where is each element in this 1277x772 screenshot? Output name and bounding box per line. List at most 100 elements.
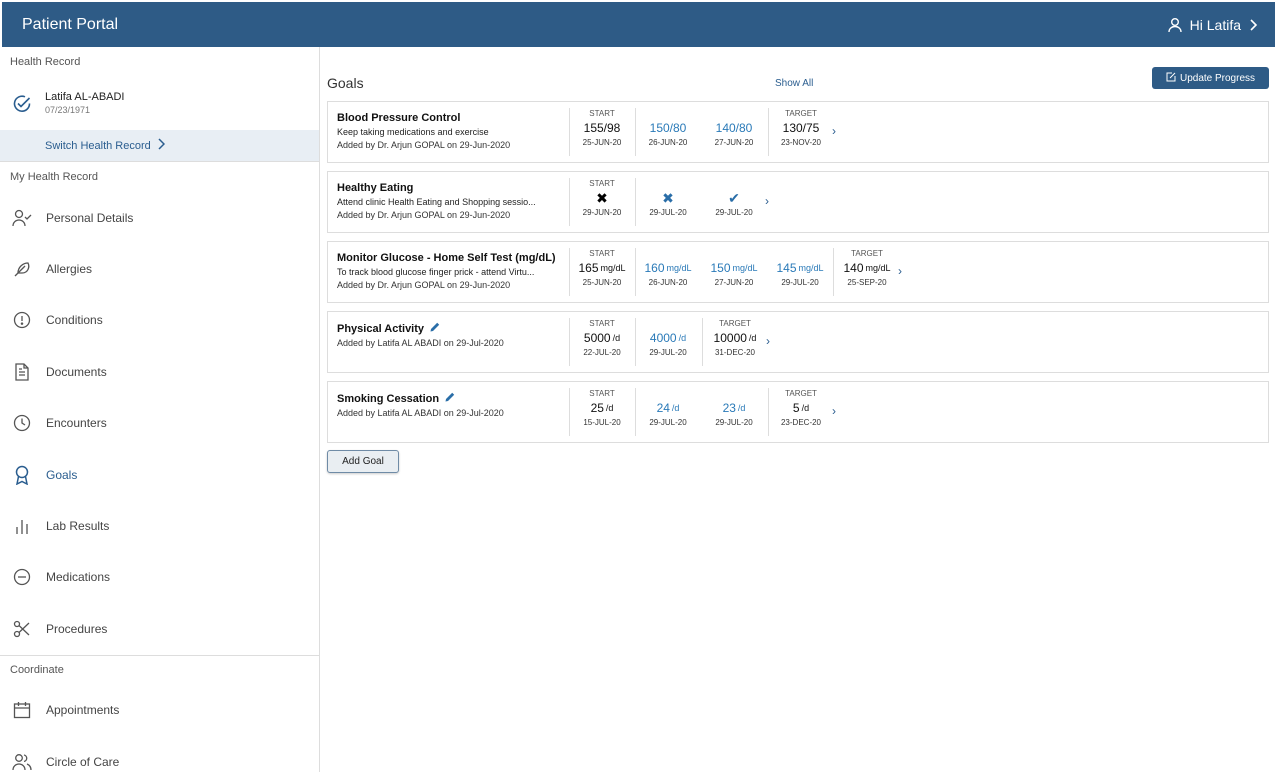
sidebar-item-label: Documents (46, 364, 107, 379)
clock-icon (12, 413, 32, 433)
goal-start: START 155/98 25-JUN-20 (582, 109, 622, 147)
goal-target: TARGET 130/75 23-NOV-20 (780, 109, 822, 147)
goal-progress-entry: 24/d 29-JUL-20 (649, 401, 687, 427)
section-label-my-health-record: My Health Record (10, 171, 99, 183)
chevron-right-icon[interactable]: › (766, 334, 770, 348)
goal-start: START 5000/d 22-JUL-20 (583, 319, 621, 357)
chevron-right-icon[interactable]: › (898, 264, 902, 278)
goal-added-by: Added by Dr. Arjun GOPAL on 29-Jun-2020 (337, 210, 511, 220)
sidebar-item-label: Appointments (46, 703, 120, 718)
goal-card-blood-pressure[interactable]: Blood Pressure Control Keep taking medic… (327, 101, 1269, 163)
sidebar-item-label: Circle of Care (46, 754, 120, 769)
sidebar-item-documents[interactable]: Documents (0, 346, 319, 397)
user-menu[interactable]: Hi Latifa (1167, 17, 1275, 33)
goals-header: Goals Show All Update Progress (327, 67, 1269, 97)
goal-title: Monitor Glucose - Home Self Test (mg/dL) (337, 252, 556, 264)
page-title: Goals (327, 75, 364, 91)
main-content: Goals Show All Update Progress Blood Pre… (320, 47, 1277, 772)
bar-chart-icon (12, 516, 32, 536)
goal-description: To track blood glucose finger prick - at… (337, 267, 535, 277)
sidebar-item-medications[interactable]: Medications (0, 552, 319, 603)
goal-added-by: Added by Latifa AL ABADI on 29-Jul-2020 (337, 338, 504, 348)
award-icon (12, 465, 32, 485)
section-label-coordinate: Coordinate (0, 654, 319, 685)
switch-record-label: Switch Health Record (45, 139, 151, 152)
goal-start: START ✖ 29-JUN-20 (582, 179, 622, 217)
goal-progress-entry: ✔ 29-JUL-20 (715, 189, 753, 218)
pencil-icon[interactable] (430, 322, 440, 335)
sidebar-item-lab-results[interactable]: Lab Results (0, 500, 319, 551)
goal-card-smoking-cessation[interactable]: Smoking Cessation Added by Latifa AL ABA… (327, 381, 1269, 443)
chevron-right-icon (1248, 18, 1258, 32)
chevron-right-icon[interactable]: › (832, 124, 836, 138)
update-progress-button[interactable]: Update Progress (1152, 67, 1269, 89)
sidebar-item-circle-of-care[interactable]: Circle of Care (0, 736, 319, 772)
goal-card-monitor-glucose[interactable]: Monitor Glucose - Home Self Test (mg/dL)… (327, 241, 1269, 303)
goal-progress-entry: 150 mg/dL 27-JUN-20 (710, 261, 758, 287)
section-label-health-record: Health Record (10, 56, 81, 68)
goal-description: Attend clinic Health Eating and Shopping… (337, 197, 536, 207)
goal-progress-entry: 150/80 26-JUN-20 (648, 121, 688, 147)
minus-circle-icon (12, 567, 32, 587)
chevron-right-icon (157, 138, 165, 153)
sidebar-item-appointments[interactable]: Appointments (0, 685, 319, 736)
goal-target: TARGET 10000/d 31-DEC-20 (713, 319, 757, 357)
goal-added-by: Added by Dr. Arjun GOPAL on 29-Jun-2020 (337, 280, 511, 290)
sidebar-item-label: Allergies (46, 262, 93, 277)
goal-progress-entry: 4000/d 29-JUL-20 (649, 331, 687, 357)
goal-card-healthy-eating[interactable]: Healthy Eating Attend clinic Health Eati… (327, 171, 1269, 233)
record-name: Latifa AL-ABADI (45, 91, 125, 103)
add-goal-button[interactable]: Add Goal (327, 450, 399, 473)
x-icon: ✖ (596, 189, 608, 206)
edit-icon (1166, 72, 1176, 85)
switch-health-record-link[interactable]: Switch Health Record (0, 130, 319, 162)
goal-progress-entry: ✖ 29-JUL-20 (649, 189, 687, 218)
calendar-icon (12, 700, 32, 720)
sidebar: Health Record Latifa AL-ABADI 07/23/1971… (0, 47, 320, 772)
sidebar-item-label: Encounters (46, 416, 107, 431)
feather-icon (12, 259, 32, 279)
sidebar-item-label: Lab Results (46, 519, 110, 534)
goal-added-by: Added by Latifa AL ABADI on 29-Jul-2020 (337, 408, 504, 418)
sidebar-item-label: Conditions (46, 313, 103, 328)
goal-description: Keep taking medications and exercise (337, 127, 489, 137)
goal-progress-entry: 23/d 29-JUL-20 (715, 401, 753, 427)
goal-added-by: Added by Dr. Arjun GOPAL on 29-Jun-2020 (337, 140, 511, 150)
update-progress-label: Update Progress (1179, 72, 1256, 84)
goal-title: Healthy Eating (337, 182, 414, 194)
alert-circle-icon (12, 310, 32, 330)
document-icon (12, 362, 32, 382)
sidebar-item-conditions[interactable]: Conditions (0, 295, 319, 346)
goal-progress-entry: 145 mg/dL 29-JUL-20 (776, 261, 824, 287)
chevron-right-icon[interactable]: › (765, 194, 769, 208)
sidebar-item-label: Personal Details (46, 210, 134, 225)
goal-target: TARGET 140 mg/dL 25-SEP-20 (843, 249, 891, 287)
goal-progress-entry: 140/80 27-JUN-20 (714, 121, 754, 147)
goal-target: TARGET 5/d 23-DEC-20 (780, 389, 821, 427)
scissors-icon (12, 619, 32, 639)
sidebar-item-label: Medications (46, 570, 111, 585)
sidebar-item-label: Goals (46, 467, 78, 482)
top-bar: Patient Portal Hi Latifa (2, 2, 1275, 47)
health-record-card: Latifa AL-ABADI 07/23/1971 (0, 78, 319, 130)
goal-progress-entry: 160 mg/dL 26-JUN-20 (644, 261, 692, 287)
user-greeting: Hi Latifa (1189, 16, 1241, 33)
x-icon: ✖ (662, 189, 674, 206)
sidebar-item-personal-details[interactable]: Personal Details (0, 192, 319, 243)
goal-card-physical-activity[interactable]: Physical Activity Added by Latifa AL ABA… (327, 311, 1269, 373)
sidebar-item-allergies[interactable]: Allergies (0, 243, 319, 294)
sidebar-item-procedures[interactable]: Procedures (0, 603, 319, 654)
sidebar-item-encounters[interactable]: Encounters (0, 398, 319, 449)
user-icon (1167, 17, 1183, 33)
show-all-link[interactable]: Show All (775, 78, 813, 89)
pencil-icon[interactable] (445, 392, 455, 405)
record-dob: 07/23/1971 (45, 105, 91, 115)
sidebar-item-label: Procedures (46, 621, 108, 636)
goal-start: START 25/d 15-JUL-20 (583, 389, 621, 427)
goal-start: START 165 mg/dL 25-JUN-20 (578, 249, 626, 287)
goal-title: Blood Pressure Control (337, 112, 461, 124)
goal-title: Physical Activity (337, 322, 562, 335)
sidebar-item-goals[interactable]: Goals (0, 449, 319, 500)
people-icon (12, 752, 32, 772)
chevron-right-icon[interactable]: › (832, 404, 836, 418)
